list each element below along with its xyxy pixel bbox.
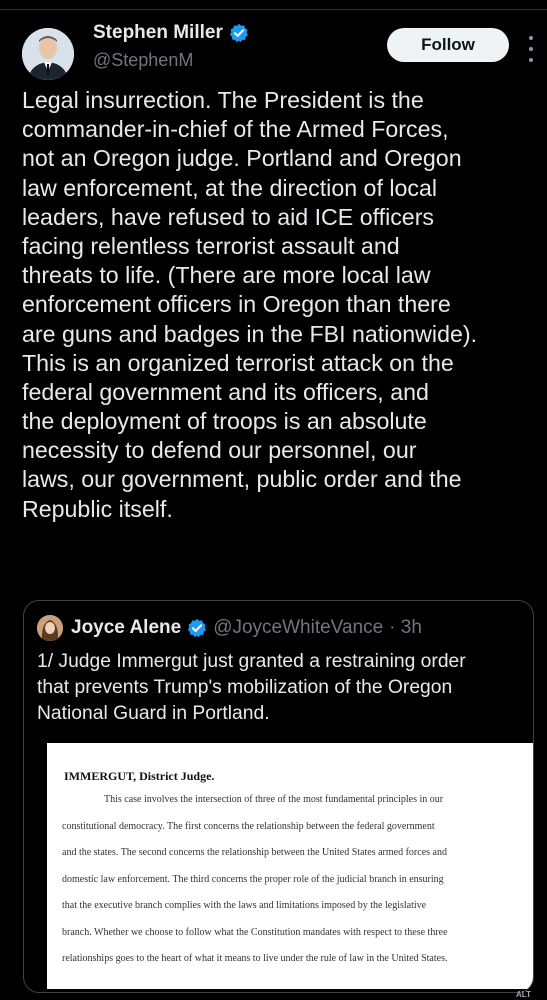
post-text-line: leaders, have refused to aid ICE officer…: [22, 203, 435, 230]
document-line: relationships goes to the heart of what …: [62, 953, 448, 964]
post-text-line: This is an organized terrorist attack on…: [22, 349, 454, 376]
post-text-line: necessity to defend our personnel, our: [22, 437, 417, 464]
author-name[interactable]: Stephen Miller: [93, 22, 223, 44]
alt-badge[interactable]: ALT: [516, 990, 531, 999]
post-header: Stephen Miller @StephenM Follow: [0, 10, 547, 80]
author-avatar[interactable]: [22, 28, 74, 80]
author-name-row: Stephen Miller: [93, 22, 249, 44]
author-handle[interactable]: @StephenM: [93, 50, 193, 71]
document-line: branch. Whether we choose to follow what…: [62, 926, 448, 938]
quoted-document-image[interactable]: IMMERGUT, District Judge. This case invo…: [47, 743, 533, 989]
post-text-line: threats to life. (There are more local l…: [22, 262, 431, 289]
verified-badge-icon: [229, 23, 249, 43]
quoted-author-name: Joyce Alene: [71, 617, 182, 638]
document-line: domestic law enforcement. The third conc…: [62, 873, 444, 885]
quoted-author-avatar: [37, 615, 63, 641]
post-text-line: law enforcement, at the direction of loc…: [22, 174, 438, 201]
follow-button[interactable]: Follow: [387, 28, 509, 62]
quoted-timestamp: · 3h: [389, 617, 422, 638]
quoted-text-line: that prevents Trump's mobilization of th…: [37, 677, 453, 698]
document-line: This case involves the intersection of t…: [104, 794, 444, 805]
quoted-post[interactable]: Joyce Alene @JoyceWhiteVance · 3h 1/ Jud…: [23, 600, 534, 993]
post-text-line: laws, our government, public order and t…: [22, 466, 462, 493]
post-text-line: facing relentless terrorist assault and: [22, 232, 400, 259]
post-text-line: are guns and badges in the FBI nationwid…: [22, 320, 478, 347]
document-heading: IMMERGUT, District Judge.: [64, 769, 215, 783]
post-text-line: enforcement officers in Oregon than ther…: [22, 291, 451, 318]
quoted-text-line: 1/ Judge Immergut just granted a restrai…: [37, 651, 466, 672]
quoted-post-text: 1/ Judge Immergut just granted a restrai…: [37, 649, 527, 727]
document-line: that the executive branch complies with …: [62, 900, 427, 911]
post-text-line: Legal insurrection. The President is the: [22, 87, 424, 113]
document-paragraph: This case involves the intersection of t…: [62, 794, 532, 980]
document-line: constitutional democracy. The first conc…: [62, 820, 435, 832]
verified-badge-icon: [187, 618, 207, 638]
post-text-line: Republic itself.: [22, 495, 173, 522]
document-line: and the states. The second concerns the …: [62, 847, 447, 858]
post-text-line: federal government and its officers, and: [22, 378, 429, 405]
quoted-post-header: Joyce Alene @JoyceWhiteVance · 3h: [37, 615, 422, 641]
post-text-line: the deployment of troops is an absolute: [22, 408, 427, 435]
more-options-icon[interactable]: [527, 36, 535, 62]
quoted-text-line: National Guard in Portland.: [37, 703, 270, 724]
post-text-line: commander-in-chief of the Armed Forces,: [22, 116, 449, 143]
post-text-line: not an Oregon judge. Portland and Oregon: [22, 145, 462, 172]
quoted-author-handle: @JoyceWhiteVance: [213, 617, 384, 638]
post-text: Legal insurrection. The President is the…: [22, 86, 542, 524]
